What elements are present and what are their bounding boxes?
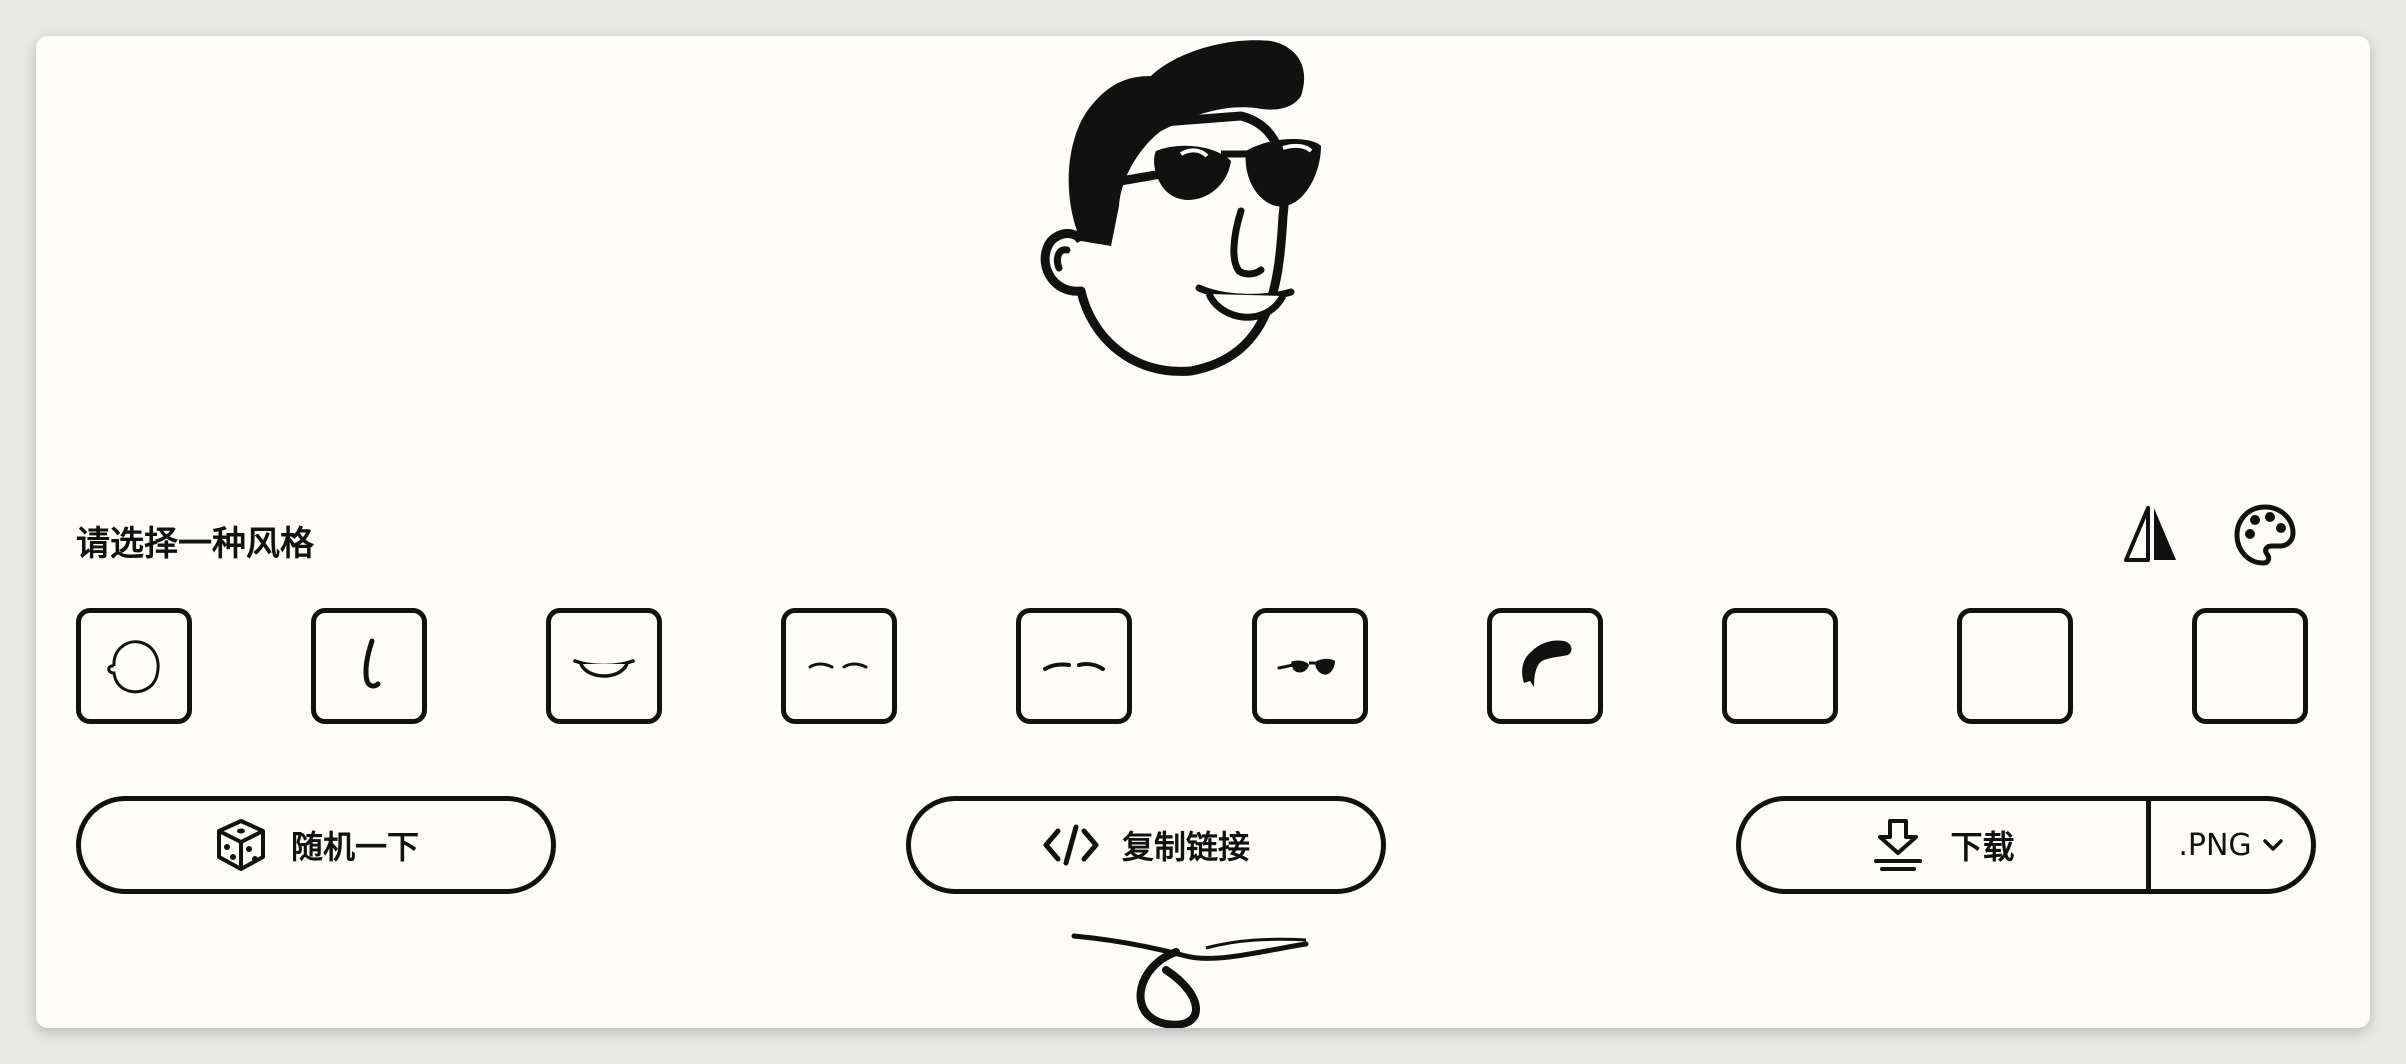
palette-icon <box>2234 504 2296 566</box>
app-card: 请选择一种风格 随机一下 复制链接 下载 .PNG <box>36 36 2370 1028</box>
eyebrows-icon <box>1043 662 1105 671</box>
hair-preview-partial <box>1071 933 1309 1028</box>
format-select[interactable]: .PNG <box>2151 801 2311 889</box>
code-icon <box>1043 824 1099 866</box>
sunglasses-icon <box>1277 658 1335 675</box>
flip-horizontal-icon <box>2124 506 2176 562</box>
random-button[interactable]: 随机一下 <box>76 796 556 894</box>
download-label: 下载 <box>1950 828 2015 866</box>
download-icon <box>1874 819 1923 871</box>
palette-button[interactable] <box>2232 502 2298 568</box>
section-title: 请选择一种风格 <box>76 524 314 564</box>
part-beard[interactable] <box>1957 608 2073 724</box>
part-face[interactable] <box>76 608 192 724</box>
part-glasses[interactable] <box>1252 608 1368 724</box>
part-mouth[interactable] <box>546 608 662 724</box>
part-details[interactable] <box>2192 608 2308 724</box>
avatar-preview <box>1040 40 1321 376</box>
eyes-icon <box>808 662 868 669</box>
download-group: 下载 .PNG <box>1736 796 2316 894</box>
dice-icon <box>216 819 265 871</box>
nose-icon <box>363 638 381 689</box>
part-eyes[interactable] <box>781 608 897 724</box>
mouth-icon <box>573 659 635 678</box>
part-accessory[interactable] <box>1722 608 1838 724</box>
chevron-down-icon <box>2262 839 2283 851</box>
copy-link-button[interactable]: 复制链接 <box>906 796 1386 894</box>
hair-icon <box>1522 640 1572 687</box>
part-selector <box>76 608 2350 732</box>
part-eyebrows[interactable] <box>1016 608 1132 724</box>
part-hair[interactable] <box>1487 608 1603 724</box>
face-shape-icon <box>107 640 160 694</box>
flip-button[interactable] <box>2118 502 2184 568</box>
random-button-label: 随机一下 <box>290 828 419 866</box>
part-nose[interactable] <box>311 608 427 724</box>
download-button[interactable]: 下载 <box>1741 801 2146 889</box>
copy-link-label: 复制链接 <box>1121 828 1250 866</box>
format-label: .PNG <box>2178 827 2252 863</box>
